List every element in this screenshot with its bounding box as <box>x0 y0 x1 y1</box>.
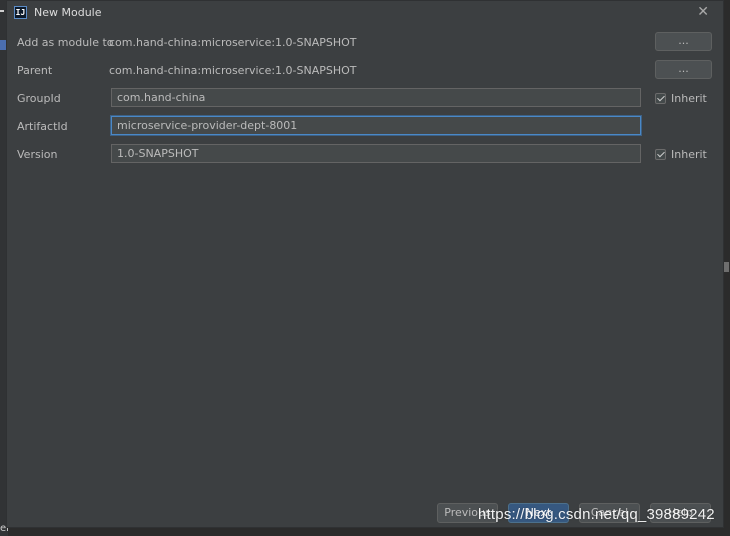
checkbox-checked-icon[interactable] <box>655 148 666 160</box>
add-as-module-browse-button[interactable]: ... <box>655 32 712 51</box>
new-module-dialog: IJ New Module ✕ Add as module to com.han… <box>6 0 724 528</box>
resize-handle[interactable] <box>724 262 729 272</box>
version-field[interactable] <box>111 144 641 163</box>
intellij-icon: IJ <box>14 6 27 19</box>
close-icon[interactable]: ✕ <box>697 4 709 20</box>
group-id-label: GroupId <box>17 92 61 105</box>
dialog-titlebar: IJ New Module ✕ <box>7 1 723 25</box>
parent-value: com.hand-china:microservice:1.0-SNAPSHOT <box>109 64 357 77</box>
version-inherit-checkbox[interactable]: Inherit <box>655 147 707 161</box>
watermark-text: https://blog.csdn.net/qq_39889242 <box>478 506 715 523</box>
artifact-id-field[interactable] <box>111 116 641 135</box>
group-id-field[interactable] <box>111 88 641 107</box>
checkbox-checked-icon[interactable] <box>655 92 666 104</box>
artifact-id-label: ArtifactId <box>17 120 68 133</box>
parent-label: Parent <box>17 64 53 77</box>
ide-tab-marker <box>0 10 4 12</box>
dialog-title: New Module <box>34 6 102 19</box>
version-inherit-label: Inherit <box>671 147 707 161</box>
version-label: Version <box>17 148 58 161</box>
add-as-module-value: com.hand-china:microservice:1.0-SNAPSHOT <box>109 36 357 49</box>
group-id-inherit-checkbox[interactable]: Inherit <box>655 91 707 105</box>
parent-browse-button[interactable]: ... <box>655 60 712 79</box>
add-as-module-label: Add as module to <box>17 36 114 49</box>
group-id-inherit-label: Inherit <box>671 91 707 105</box>
ide-right-edge <box>724 0 730 536</box>
